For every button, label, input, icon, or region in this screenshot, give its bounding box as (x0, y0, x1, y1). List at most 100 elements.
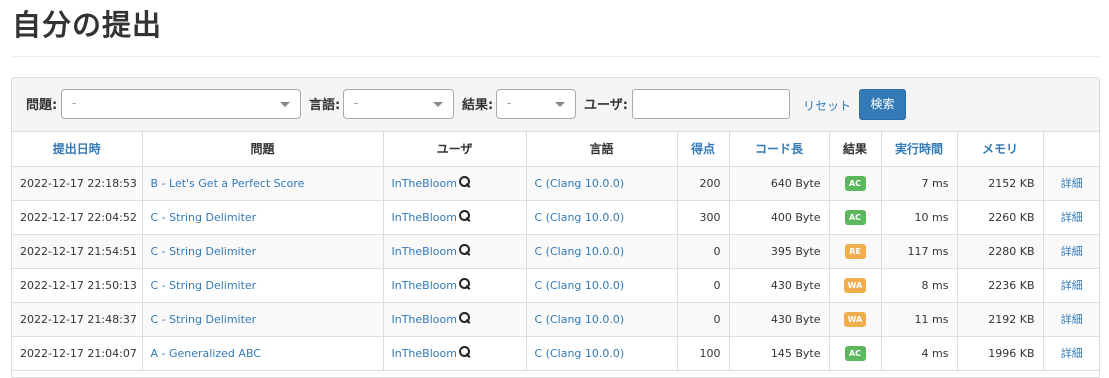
memory: 1996 KB (957, 336, 1044, 371)
detail-link[interactable]: 詳細 (1061, 347, 1083, 360)
submission-date: 2022-12-17 21:48:37 (12, 302, 143, 337)
submission-date: 2022-12-17 21:50:13 (12, 268, 143, 303)
score: 200 (677, 166, 730, 201)
code-length: 640 Byte (729, 166, 830, 201)
score: 0 (677, 302, 730, 337)
language-link[interactable]: C (Clang 10.0.0) (535, 177, 625, 190)
detail-link[interactable]: 詳細 (1061, 245, 1083, 258)
result-badge: RE (844, 243, 866, 259)
exec-time: 11 ms (881, 302, 958, 337)
exec-time: 4 ms (881, 336, 958, 371)
problem-link[interactable]: A - Generalized ABC (151, 347, 261, 360)
language-link[interactable]: C (Clang 10.0.0) (535, 347, 625, 360)
problem-filter-value: - (72, 96, 77, 110)
header-date[interactable]: 提出日時 (12, 132, 143, 167)
reset-link[interactable]: リセット (803, 97, 851, 114)
score: 300 (677, 200, 730, 235)
code-length: 395 Byte (729, 234, 830, 269)
result-badge: AC (844, 345, 866, 361)
memory: 2152 KB (957, 166, 1044, 201)
user-link[interactable]: InTheBloom (392, 245, 457, 258)
search-icon[interactable] (458, 210, 471, 222)
table-header-row: 提出日時 問題 ユーザ 言語 得点 コード長 結果 実行時間 メモリ (12, 132, 1099, 167)
search-icon[interactable] (458, 278, 471, 290)
result-badge: WA (843, 311, 867, 327)
problem-filter-select[interactable]: - (61, 89, 301, 119)
header-detail (1043, 132, 1099, 167)
user-link[interactable]: InTheBloom (392, 313, 457, 326)
exec-time: 117 ms (881, 234, 958, 269)
header-user: ユーザ (383, 132, 527, 167)
chevron-down-icon (433, 102, 443, 107)
detail-link[interactable]: 詳細 (1061, 177, 1083, 190)
header-language: 言語 (526, 132, 678, 167)
header-memory[interactable]: メモリ (957, 132, 1044, 167)
user-filter-input[interactable] (632, 89, 790, 119)
chevron-down-icon (555, 102, 565, 107)
table-row: 2022-12-17 21:50:13 C - String Delimiter I… (12, 268, 1099, 303)
result-filter-label: 結果: (462, 98, 494, 113)
memory: 2280 KB (957, 234, 1044, 269)
header-problem: 問題 (142, 132, 384, 167)
filter-bar: 問題: - 言語: - 結果: - ユーザ: リセット 検索 (12, 78, 1099, 132)
problem-link[interactable]: C - String Delimiter (151, 211, 257, 224)
score: 0 (677, 234, 730, 269)
page-title: 自分の提出 (12, 8, 163, 42)
exec-time: 8 ms (881, 268, 958, 303)
table-row: 2022-12-17 21:54:51 C - String Delimiter I… (12, 234, 1099, 269)
result-badge: WA (843, 277, 867, 293)
submission-date: 2022-12-17 22:18:53 (12, 166, 143, 201)
problem-link[interactable]: C - String Delimiter (151, 245, 257, 258)
table-row: 2022-12-17 22:18:53 B - Let's Get a Perfe… (12, 166, 1099, 201)
user-link[interactable]: InTheBloom (392, 177, 457, 190)
language-filter-label: 言語: (309, 98, 341, 113)
memory: 2260 KB (957, 200, 1044, 235)
search-icon[interactable] (458, 346, 471, 358)
memory: 2236 KB (957, 268, 1044, 303)
detail-link[interactable]: 詳細 (1061, 279, 1083, 292)
problem-filter-label: 問題: (26, 98, 58, 113)
search-icon[interactable] (458, 312, 471, 324)
result-badge: AC (844, 209, 866, 225)
code-length: 430 Byte (729, 268, 830, 303)
header-code-length[interactable]: コード長 (729, 132, 830, 167)
memory: 2192 KB (957, 302, 1044, 337)
submissions-table: 提出日時 問題 ユーザ 言語 得点 コード長 結果 実行時間 メモリ 2022-… (12, 132, 1099, 371)
language-filter-select[interactable]: - (343, 89, 454, 119)
detail-link[interactable]: 詳細 (1061, 211, 1083, 224)
exec-time: 10 ms (881, 200, 958, 235)
code-length: 430 Byte (729, 302, 830, 337)
result-filter-select[interactable]: - (496, 89, 576, 119)
header-exec-time[interactable]: 実行時間 (881, 132, 958, 167)
score: 0 (677, 268, 730, 303)
user-link[interactable]: InTheBloom (392, 211, 457, 224)
result-filter-value: - (507, 96, 512, 110)
problem-link[interactable]: B - Let's Get a Perfect Score (151, 177, 305, 190)
header-score[interactable]: 得点 (677, 132, 730, 167)
submission-date: 2022-12-17 21:04:07 (12, 336, 143, 371)
code-length: 145 Byte (729, 336, 830, 371)
user-filter-label: ユーザ: (584, 98, 628, 113)
exec-time: 7 ms (881, 166, 958, 201)
header-result: 結果 (829, 132, 882, 167)
detail-link[interactable]: 詳細 (1061, 313, 1083, 326)
language-link[interactable]: C (Clang 10.0.0) (535, 211, 625, 224)
language-link[interactable]: C (Clang 10.0.0) (535, 313, 625, 326)
problem-link[interactable]: C - String Delimiter (151, 313, 257, 326)
search-icon[interactable] (458, 176, 471, 188)
language-link[interactable]: C (Clang 10.0.0) (535, 245, 625, 258)
score: 100 (677, 336, 730, 371)
user-link[interactable]: InTheBloom (392, 279, 457, 292)
submission-date: 2022-12-17 21:54:51 (12, 234, 143, 269)
chevron-down-icon (280, 102, 290, 107)
user-link[interactable]: InTheBloom (392, 347, 457, 360)
result-badge: AC (844, 175, 866, 191)
search-icon[interactable] (458, 244, 471, 256)
code-length: 400 Byte (729, 200, 830, 235)
search-button[interactable]: 検索 (859, 89, 906, 120)
submission-date: 2022-12-17 22:04:52 (12, 200, 143, 235)
language-link[interactable]: C (Clang 10.0.0) (535, 279, 625, 292)
problem-link[interactable]: C - String Delimiter (151, 279, 257, 292)
table-row: 2022-12-17 22:04:52 C - String Delimiter I… (12, 200, 1099, 235)
submissions-panel: 問題: - 言語: - 結果: - ユーザ: リセット 検索 提出日時 問題 ユ… (11, 77, 1100, 378)
